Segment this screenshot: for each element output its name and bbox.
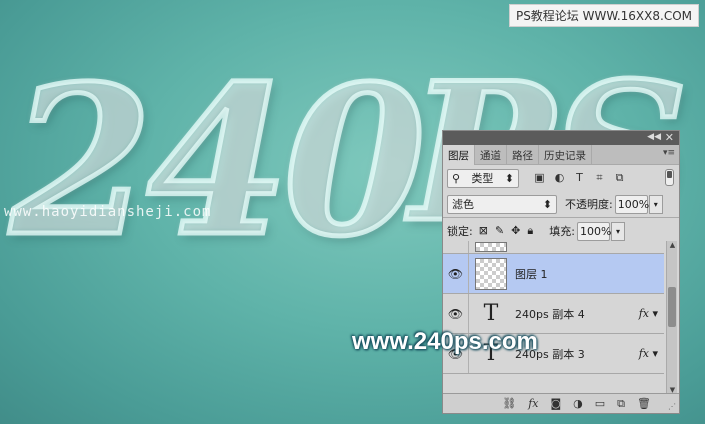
eye-icon: 👁︎ [447, 266, 464, 281]
watermark-middle: www.haoyidiansheji.com [4, 204, 212, 220]
stepper-icon: ⬍ [504, 171, 514, 185]
resize-grip-icon[interactable]: ⋰ [668, 402, 676, 411]
smart-filter-icon[interactable]: ⧉ [613, 171, 626, 185]
stepper-icon: ⬍ [542, 197, 552, 211]
eye-column [443, 241, 469, 253]
panel-title-bar[interactable]: ◀◀ ✕ [443, 131, 679, 145]
fill-dropdown-button[interactable]: ▾ [610, 221, 625, 241]
image-filter-icon[interactable]: ▣ [533, 171, 546, 185]
watermark-top: PS教程论坛 WWW.16XX8.COM [508, 4, 699, 27]
collapse-icon[interactable]: ◀◀ [647, 132, 661, 142]
lock-label: 锁定: [447, 225, 473, 238]
layer-scrollbar[interactable]: ▲ ▼ [666, 241, 677, 394]
layer-thumbnail [475, 257, 507, 290]
layer-row-partial[interactable] [443, 241, 664, 254]
panel-tabs: 图层 通道 路径 历史记录 ▾≡ [443, 145, 679, 165]
layers-panel: ◀◀ ✕ 图层 通道 路径 历史记录 ▾≡ ⚲ 类型 ⬍ ▣ ◐ T ⌗ ⧉ 滤… [442, 130, 680, 414]
opacity-label: 不透明度: [565, 198, 613, 211]
text-filter-icon[interactable]: T [573, 171, 586, 185]
folder-icon[interactable]: ▭ [595, 397, 605, 410]
layer-thumbnail [475, 242, 507, 252]
scroll-up-icon[interactable]: ▲ [667, 241, 678, 249]
lock-icons: ⊠ ✎ ✥ 🔒︎ [479, 224, 534, 238]
blend-mode-value: 滤色 [452, 198, 474, 211]
fill-input[interactable]: 100% [576, 221, 611, 241]
blend-mode-select[interactable]: 滤色 ⬍ [447, 194, 557, 214]
panel-bottom-toolbar: ⛓ fx ◙ ◑ ▭ ⧉ 🗑︎ ⋰ [443, 393, 679, 413]
tab-layers[interactable]: 图层 [443, 145, 475, 165]
search-icon: ⚲ [452, 171, 461, 185]
scrollbar-thumb[interactable] [668, 287, 676, 327]
visibility-toggle[interactable]: 👁︎ [443, 254, 469, 293]
blend-row: 滤色 ⬍ 不透明度: 100% ▾ [443, 191, 679, 217]
panel-menu-icon[interactable]: ▾≡ [663, 148, 675, 158]
fx-icon[interactable]: fx [528, 397, 538, 410]
lock-paint-icon[interactable]: ✎ [495, 224, 504, 238]
opacity-input[interactable]: 100% [614, 194, 649, 214]
fx-badge[interactable]: fx ▾ [639, 347, 658, 360]
lock-position-icon[interactable]: ✥ [511, 224, 520, 238]
filter-icons: ▣ ◐ T ⌗ ⧉ [533, 171, 626, 185]
lock-transparent-icon[interactable]: ⊠ [479, 224, 488, 238]
filter-row: ⚲ 类型 ⬍ ▣ ◐ T ⌗ ⧉ [443, 165, 679, 191]
tab-channels[interactable]: 通道 [475, 145, 507, 165]
layer-list: 👁︎ 图层 1 👁︎ T 240ps 副本 4 fx ▾ 👁︎ T 240ps … [443, 241, 664, 394]
layer-name: 图层 1 [515, 267, 548, 281]
eye-icon: 👁︎ [447, 306, 464, 321]
link-icon[interactable]: ⛓ [502, 397, 516, 410]
trash-icon[interactable]: 🗑︎ [637, 397, 651, 410]
tab-history[interactable]: 历史记录 [539, 145, 592, 165]
fx-badge[interactable]: fx ▾ [639, 307, 658, 320]
close-icon[interactable]: ✕ [665, 131, 674, 144]
fill-label: 填充: [549, 225, 575, 238]
adjustment-icon[interactable]: ◑ [573, 397, 583, 410]
filter-type-label: 类型 [471, 172, 494, 185]
tab-paths[interactable]: 路径 [507, 145, 539, 165]
new-layer-icon[interactable]: ⧉ [617, 397, 625, 411]
layer-name: 240ps 副本 4 [515, 307, 585, 321]
mask-icon[interactable]: ◙ [550, 397, 561, 410]
filter-toggle[interactable] [665, 169, 674, 186]
filter-type-select[interactable]: ⚲ 类型 ⬍ [447, 168, 519, 188]
shape-filter-icon[interactable]: ⌗ [593, 171, 606, 185]
opacity-dropdown-button[interactable]: ▾ [648, 194, 663, 214]
glass-text-240: 240 [8, 42, 429, 282]
text-layer-icon: T [483, 301, 499, 326]
watermark-bottom: www.240ps.com [352, 328, 538, 355]
layer-row[interactable]: 👁︎ 图层 1 [443, 254, 664, 294]
adjust-filter-icon[interactable]: ◐ [553, 171, 566, 185]
lock-all-icon[interactable]: 🔒︎ [527, 224, 533, 238]
